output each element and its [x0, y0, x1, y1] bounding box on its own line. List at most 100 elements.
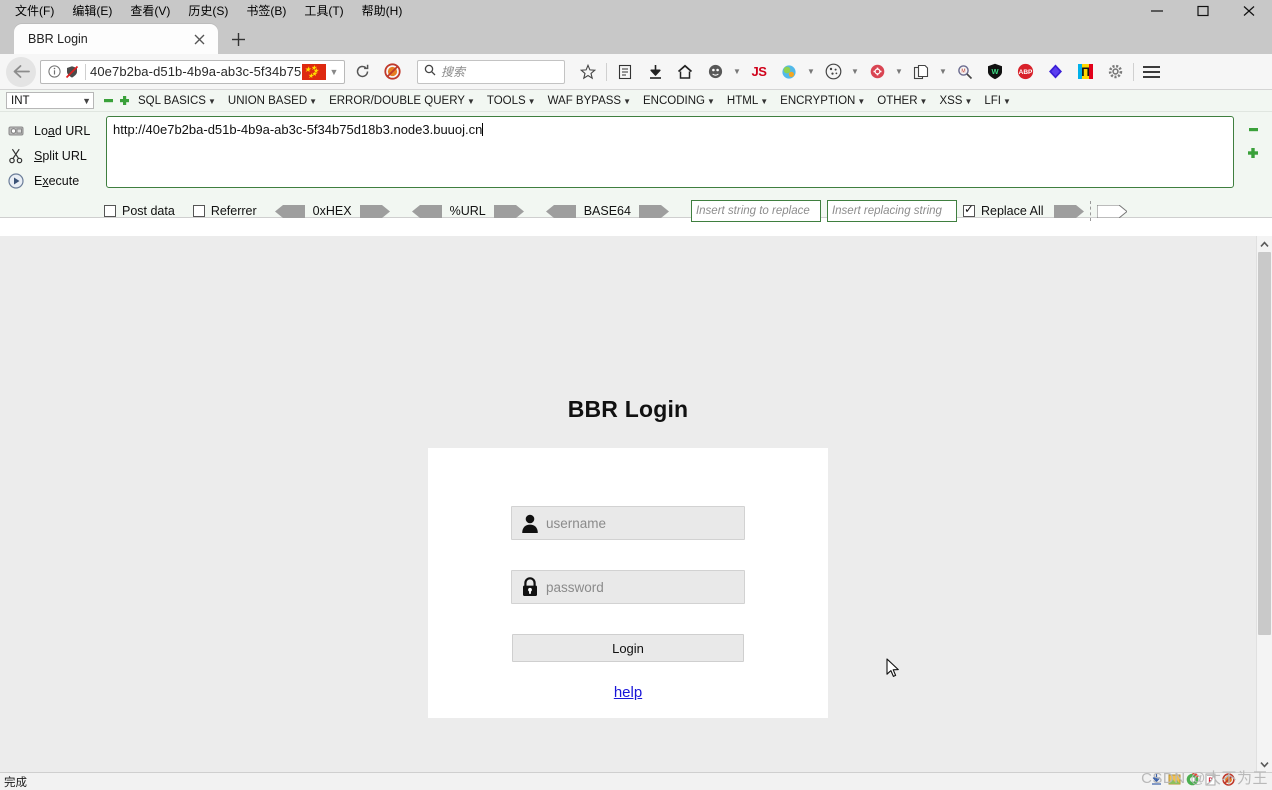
reload-icon[interactable]: [349, 59, 375, 85]
decode-arrow-icon[interactable]: [545, 204, 576, 218]
replace-from-input[interactable]: Insert string to replace: [690, 200, 821, 222]
chevron-down-icon[interactable]: ▼: [892, 57, 906, 87]
split-url-label: Split URL: [34, 148, 87, 163]
hackbar-menu-html[interactable]: HTML ▼: [721, 95, 774, 107]
back-arrow-icon[interactable]: [6, 56, 36, 87]
new-tab-button[interactable]: [224, 25, 252, 53]
zoom-search-icon[interactable]: M: [950, 57, 980, 87]
encoder-label: %URL: [449, 204, 486, 218]
decode-arrow-icon[interactable]: [274, 204, 305, 218]
minimize-icon[interactable]: [1134, 0, 1180, 22]
violentmonkey-icon[interactable]: [1040, 57, 1070, 87]
chrome-tray-icon[interactable]: [1185, 772, 1200, 787]
menu-history[interactable]: 历史(S): [179, 1, 237, 21]
chevron-down-icon[interactable]: ▼: [326, 67, 342, 77]
noscript-tray-icon[interactable]: [1221, 772, 1236, 787]
menu-help[interactable]: 帮助(H): [353, 1, 412, 21]
hackbar-type-select[interactable]: INT ▼: [6, 92, 94, 109]
proxy-switcher-icon[interactable]: П: [1070, 57, 1100, 87]
menu-edit[interactable]: 编辑(E): [63, 1, 121, 21]
replace-all-checkbox[interactable]: Replace All: [962, 202, 1044, 218]
chevron-down-icon[interactable]: ▼: [804, 57, 818, 87]
address-bar-value[interactable]: 40e7b2ba-d51b-4b9a-ab3c-5f34b75: [90, 64, 302, 79]
hackbar-menu-encoding[interactable]: ENCODING ▼: [637, 95, 721, 107]
menu-file[interactable]: 文件(F): [6, 1, 63, 21]
encode-arrow-icon[interactable]: [359, 204, 390, 218]
chevron-down-icon[interactable]: ▼: [848, 57, 862, 87]
settings-gear-icon[interactable]: [1100, 57, 1130, 87]
plus-icon[interactable]: [116, 95, 132, 106]
china-flag-icon[interactable]: ★ ★ ★ ★ ★: [302, 63, 326, 80]
login-button[interactable]: Login: [512, 634, 744, 662]
password-field[interactable]: password: [511, 570, 745, 604]
menu-tools[interactable]: 工具(T): [295, 1, 352, 21]
replace-to-input[interactable]: Insert replacing string: [826, 200, 957, 222]
username-field[interactable]: username: [511, 506, 745, 540]
home-icon[interactable]: [670, 57, 700, 87]
minus-icon[interactable]: [100, 95, 116, 106]
search-input[interactable]: 搜索: [417, 59, 565, 84]
minus-icon[interactable]: [1248, 122, 1259, 140]
replace-revert-arrow-icon[interactable]: [1096, 204, 1127, 218]
hackbar-menu-waf-bypass[interactable]: WAF BYPASS ▼: [542, 95, 637, 107]
hackbar-menu-row: INT ▼ SQL BASICS ▼ UNION BASED ▼ ERROR/DOU…: [0, 90, 1272, 112]
chevron-down-icon[interactable]: [1257, 756, 1272, 772]
hackbar-menu-union-based[interactable]: UNION BASED ▼: [222, 95, 323, 107]
cookie-manager-icon[interactable]: [818, 57, 848, 87]
menu-bookmarks[interactable]: 书签(B): [237, 1, 295, 21]
close-icon[interactable]: [1226, 0, 1272, 22]
chevron-up-icon[interactable]: [1257, 236, 1272, 252]
tab-bbr-login[interactable]: BBR Login: [14, 24, 218, 54]
hackbar-menu-label: ENCRYPTION: [780, 94, 856, 107]
chameleon-icon[interactable]: [774, 57, 804, 87]
noscript-icon[interactable]: [377, 57, 407, 87]
referrer-checkbox[interactable]: Referrer: [192, 204, 257, 218]
load-url-button[interactable]: Load URL: [6, 118, 106, 143]
hackbar-menu-other[interactable]: OTHER ▼: [871, 95, 933, 107]
post-data-checkbox[interactable]: Post data: [104, 204, 175, 218]
hackbar-menu-encryption[interactable]: ENCRYPTION ▼: [774, 95, 871, 107]
hackbar-menu-error-double-query[interactable]: ERROR/DOUBLE QUERY ▼: [323, 95, 481, 107]
scrollbar-track[interactable]: [1257, 252, 1272, 756]
downloads-icon[interactable]: [640, 57, 670, 87]
chevron-down-icon[interactable]: ▼: [730, 57, 744, 87]
encode-arrow-icon[interactable]: [638, 204, 669, 218]
encoder-label: BASE64: [583, 204, 631, 218]
page-scrollbar[interactable]: [1256, 236, 1272, 772]
decode-arrow-icon[interactable]: [411, 204, 442, 218]
profile-icon[interactable]: [700, 57, 730, 87]
pdf-tray-icon[interactable]: P: [1203, 772, 1218, 787]
info-icon[interactable]: [45, 63, 63, 81]
address-bar[interactable]: 40e7b2ba-d51b-4b9a-ab3c-5f34b75 ★ ★ ★ ★ …: [40, 59, 345, 84]
hamburger-menu-icon[interactable]: [1137, 57, 1165, 87]
hackbar-menu-lfi[interactable]: LFI ▼: [978, 95, 1017, 107]
copy-page-icon[interactable]: [906, 57, 936, 87]
adblock-plus-icon[interactable]: ABP: [1010, 57, 1040, 87]
checkbox-box: [104, 205, 116, 217]
plus-icon[interactable]: [1247, 146, 1259, 164]
bookmark-star-icon[interactable]: [573, 57, 603, 87]
execute-button[interactable]: Execute: [6, 168, 106, 193]
shield-disabled-icon[interactable]: [63, 63, 81, 81]
split-url-button[interactable]: Split URL: [6, 143, 106, 168]
wappalyzer-icon[interactable]: W: [980, 57, 1010, 87]
javascript-toggle-icon[interactable]: JS: [744, 57, 774, 87]
load-url-icon: [6, 124, 26, 138]
redirector-icon[interactable]: [862, 57, 892, 87]
encode-arrow-icon[interactable]: [493, 204, 524, 218]
hackbar-menu-xss[interactable]: XSS ▼: [933, 95, 978, 107]
scrollbar-thumb[interactable]: [1258, 252, 1271, 636]
downloads-tray-icon[interactable]: [1149, 772, 1164, 787]
help-link[interactable]: help: [614, 684, 642, 701]
hackbar-menu-tools[interactable]: TOOLS ▼: [481, 95, 542, 107]
menu-view[interactable]: 查看(V): [121, 1, 179, 21]
image-tray-icon[interactable]: [1167, 772, 1182, 787]
close-icon[interactable]: [190, 30, 208, 48]
chevron-down-icon[interactable]: ▼: [936, 57, 950, 87]
hackbar-url-textarea[interactable]: http://40e7b2ba-d51b-4b9a-ab3c-5f34b75d1…: [106, 116, 1234, 188]
hackbar-menu-sql-basics[interactable]: SQL BASICS ▼: [132, 95, 222, 107]
navigation-toolbar: 40e7b2ba-d51b-4b9a-ab3c-5f34b75 ★ ★ ★ ★ …: [0, 54, 1272, 90]
maximize-icon[interactable]: [1180, 0, 1226, 22]
replace-apply-arrow-icon[interactable]: [1053, 204, 1084, 218]
reading-list-icon[interactable]: [610, 57, 640, 87]
